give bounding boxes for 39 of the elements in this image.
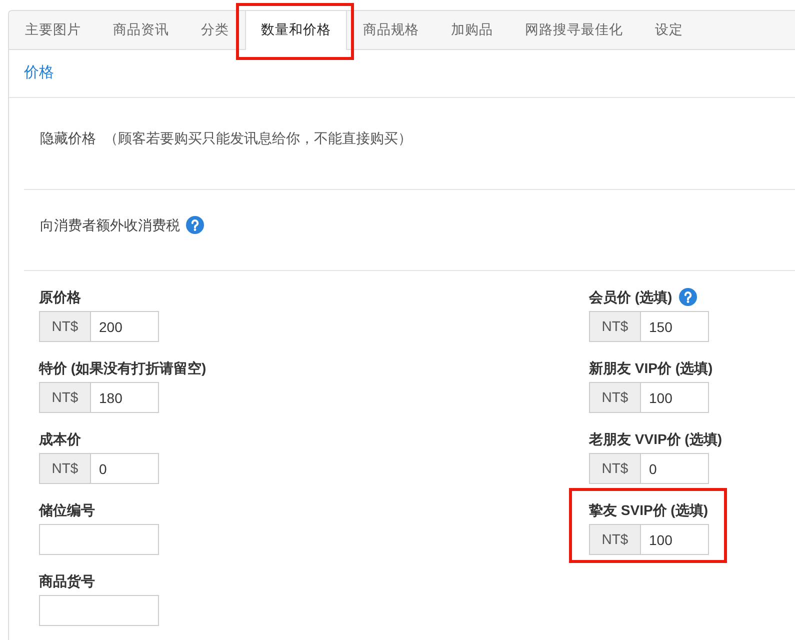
- help-icon[interactable]: [186, 216, 204, 234]
- tab[interactable]: 分类: [185, 11, 245, 50]
- field-label: 老朋友 VVIP价 (选填): [589, 430, 722, 449]
- field-label: 原价格: [39, 288, 81, 307]
- currency-prefix: NT$: [589, 453, 641, 484]
- tab[interactable]: 主要图片: [9, 11, 97, 50]
- price-field[interactable]: 0: [90, 453, 159, 484]
- help-icon[interactable]: [679, 288, 698, 306]
- field-label: 储位编号: [39, 501, 95, 520]
- input-field[interactable]: [39, 524, 159, 555]
- price-field[interactable]: 100: [640, 524, 709, 555]
- currency-prefix: NT$: [39, 453, 91, 484]
- price-field[interactable]: 180: [90, 382, 159, 413]
- currency-prefix: NT$: [39, 382, 91, 413]
- option-label: 隐藏价格: [40, 129, 96, 148]
- field-label: 特价 (如果没有打折请留空): [39, 359, 206, 378]
- tab[interactable]: 数量和价格: [245, 10, 347, 50]
- currency-prefix: NT$: [589, 311, 641, 342]
- currency-prefix: NT$: [589, 524, 641, 555]
- currency-prefix: NT$: [39, 311, 91, 342]
- field-label: 成本价: [39, 430, 81, 449]
- field-label: 会员价 (选填): [589, 288, 672, 307]
- option-note: （顾客若要购买只能发讯息给你，不能直接购买）: [104, 129, 412, 148]
- price-field[interactable]: 0: [640, 453, 709, 484]
- currency-prefix: NT$: [589, 382, 641, 413]
- price-field[interactable]: 200: [90, 311, 159, 342]
- tab[interactable]: 加购品: [435, 11, 509, 50]
- field-label: 商品货号: [39, 572, 95, 591]
- tab[interactable]: 商品规格: [347, 11, 435, 50]
- option-label: 向消费者额外收消费税: [40, 216, 180, 235]
- tab[interactable]: 网路搜寻最佳化: [509, 11, 639, 50]
- input-field[interactable]: [39, 595, 159, 626]
- section-title: 价格: [24, 63, 54, 84]
- tab[interactable]: 设定: [639, 11, 699, 50]
- field-label: 新朋友 VIP价 (选填): [589, 359, 713, 378]
- tab[interactable]: 商品资讯: [97, 11, 185, 50]
- price-field[interactable]: 150: [640, 311, 709, 342]
- field-label: 挚友 SVIP价 (选填): [589, 501, 708, 520]
- price-field[interactable]: 100: [640, 382, 709, 413]
